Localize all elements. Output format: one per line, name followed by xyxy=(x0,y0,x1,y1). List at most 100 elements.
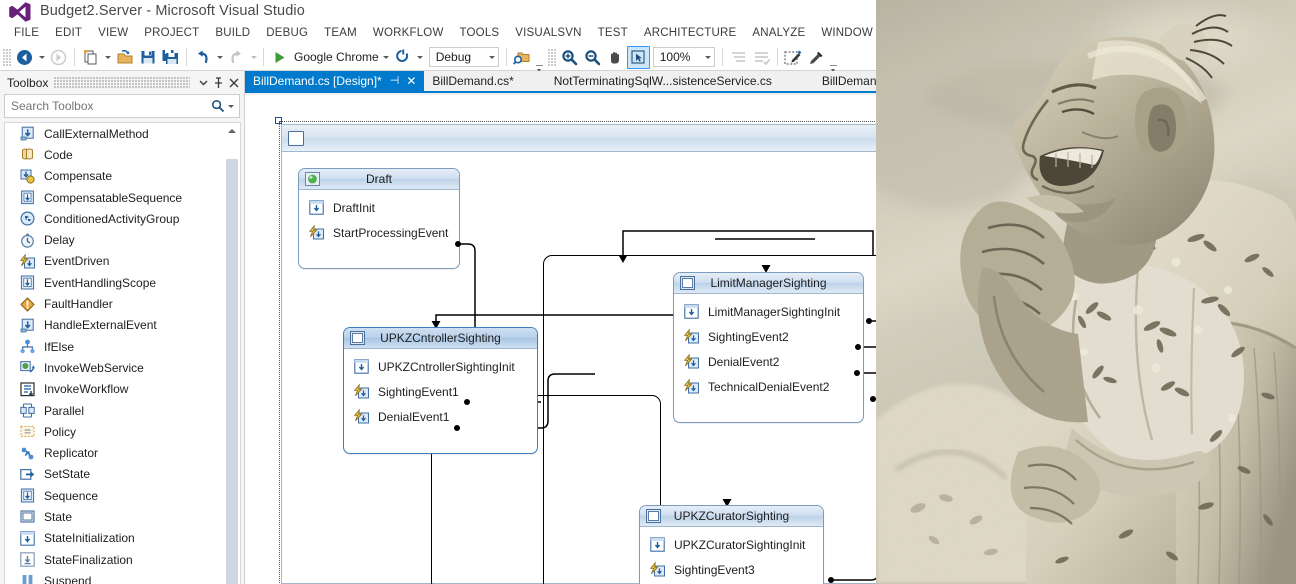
undo-icon[interactable] xyxy=(191,46,214,69)
toolbox-item-parallel[interactable]: Parallel xyxy=(5,400,240,421)
menu-item-workflow[interactable]: WORKFLOW xyxy=(365,25,452,41)
toolbox-search-box[interactable] xyxy=(4,94,240,118)
toolbox-item-invokewebservice[interactable]: InvokeWebService xyxy=(5,357,240,378)
tab-billdemand-cs[interactable]: BillDemand.cs* xyxy=(424,71,521,91)
toolbox-item-compensatablesequence[interactable]: CompensatableSequence xyxy=(5,187,240,208)
toolbox-item-compensate[interactable]: Compensate xyxy=(5,166,240,187)
pan-hand-icon[interactable] xyxy=(604,46,627,69)
state-row-sightingevent2[interactable]: SightingEvent2 xyxy=(674,324,863,349)
refresh-icon[interactable] xyxy=(392,46,415,69)
pointer-select-icon[interactable] xyxy=(627,46,650,69)
toolbar-overflow-icon[interactable] xyxy=(828,46,839,69)
search-input[interactable] xyxy=(11,99,211,113)
menu-item-analyze[interactable]: ANALYZE xyxy=(744,25,813,41)
state-row-technicaldenialevent2[interactable]: TechnicalDenialEvent2 xyxy=(674,374,863,399)
menu-item-edit[interactable]: EDIT xyxy=(47,25,90,41)
menu-item-project[interactable]: PROJECT xyxy=(136,25,207,41)
toolbar-grip[interactable] xyxy=(548,49,556,66)
tab-billdemand[interactable]: BillDemand xyxy=(780,71,891,91)
toolbar-grip[interactable] xyxy=(3,49,11,66)
menu-item-team[interactable]: TEAM xyxy=(316,25,365,41)
open-file-icon[interactable] xyxy=(113,46,136,69)
toolbox-item-list[interactable]: CallExternalMethodCodeCompensateCompensa… xyxy=(4,122,241,584)
toolbox-item-eventhandlingscope[interactable]: EventHandlingScope xyxy=(5,272,240,293)
menu-item-build[interactable]: BUILD xyxy=(207,25,258,41)
start-debug-icon[interactable] xyxy=(268,46,291,69)
build-configuration-select[interactable]: Debug xyxy=(429,47,499,67)
state-row-denialevent1[interactable]: DenialEvent1 xyxy=(344,404,537,429)
find-overflow-icon[interactable] xyxy=(534,46,545,69)
toolbox-scroll-thumb[interactable] xyxy=(226,159,238,584)
toolbox-item-state[interactable]: State xyxy=(5,506,240,527)
tab-close-icon[interactable]: ✕ xyxy=(406,75,416,87)
state-box-draft[interactable]: Draft DraftInit xyxy=(298,168,460,269)
zoom-in-icon[interactable] xyxy=(558,46,581,69)
toolbox-item-faulthandler[interactable]: FaultHandler xyxy=(5,293,240,314)
state-row-sightingevent1[interactable]: SightingEvent1 xyxy=(344,379,537,404)
toolbox-item-stateinitialization[interactable]: StateInitialization xyxy=(5,528,240,549)
menu-item-debug[interactable]: DEBUG xyxy=(258,25,316,41)
toolbox-item-setstate[interactable]: SetState xyxy=(5,464,240,485)
chevron-down-icon[interactable] xyxy=(196,74,211,91)
toolbox-scroll-up-button[interactable] xyxy=(224,124,239,138)
toolbox-item-handleexternalevent[interactable]: HandleExternalEvent xyxy=(5,315,240,336)
new-item-icon[interactable] xyxy=(79,46,102,69)
toolbox-scrollbar[interactable] xyxy=(225,137,239,584)
zoom-out-icon[interactable] xyxy=(581,46,604,69)
toolbox-item-conditionedactivitygroup[interactable]: ConditionedActivityGroup xyxy=(5,208,240,229)
run-target-label[interactable]: Google Chrome xyxy=(291,50,381,64)
state-box-upkz-cntroller-sighting[interactable]: UPKZCntrollerSighting UPKZCntrollerSight… xyxy=(343,327,538,454)
toolbox-item-statefinalization[interactable]: StateFinalization xyxy=(5,549,240,570)
pin-icon[interactable] xyxy=(211,74,226,91)
build-configuration-value: Debug xyxy=(436,50,471,64)
state-row-upkzcntrollersightinginit[interactable]: UPKZCntrollerSightingInit xyxy=(344,354,537,379)
toolbox-item-code[interactable]: Code xyxy=(5,144,240,165)
state-box-header[interactable]: UPKZCuratorSighting xyxy=(640,506,823,527)
save-all-icon[interactable] xyxy=(159,46,182,69)
toolbox-item-sequence[interactable]: Sequence xyxy=(5,485,240,506)
state-row-upkzcuratorsightinginit[interactable]: UPKZCuratorSightingInit xyxy=(640,532,823,557)
state-row-denialevent2[interactable]: DenialEvent2 xyxy=(674,349,863,374)
menu-item-architecture[interactable]: ARCHITECTURE xyxy=(636,25,745,41)
tab-pin-icon[interactable]: ⊣ xyxy=(390,76,400,87)
toolbox-item-invokeworkflow[interactable]: InvokeWorkflow xyxy=(5,379,240,400)
toolbox-drag-dots[interactable] xyxy=(54,76,190,89)
state-row-sightingevent3[interactable]: SightingEvent3 xyxy=(640,557,823,582)
save-icon[interactable] xyxy=(136,46,159,69)
toolbox-item-delay[interactable]: Delay xyxy=(5,229,240,250)
state-box-upkz-curator-sighting[interactable]: UPKZCuratorSighting UPKZCuratorSightingI… xyxy=(639,505,824,584)
toolbox-item-callexternalmethod[interactable]: CallExternalMethod xyxy=(5,123,240,144)
state-box-limit-manager-sighting[interactable]: LimitManagerSighting LimitManagerSightin… xyxy=(673,272,864,423)
undo-dropdown[interactable] xyxy=(214,46,225,69)
state-row-limitmanagersightinginit[interactable]: LimitManagerSightingInit xyxy=(674,299,863,324)
menu-item-view[interactable]: VIEW xyxy=(90,25,136,41)
zoom-level-select[interactable]: 100% xyxy=(653,47,715,67)
state-row-startprocessingevent[interactable]: StartProcessingEvent xyxy=(299,220,459,245)
menu-item-file[interactable]: FILE xyxy=(6,25,47,41)
toolbox-item-suspend[interactable]: Suspend xyxy=(5,570,240,584)
toolbox-item-ifelse[interactable]: IfElse xyxy=(5,336,240,357)
navigate-back-dropdown[interactable] xyxy=(36,46,47,69)
toolbox-item-replicator[interactable]: Replicator xyxy=(5,442,240,463)
menu-item-tools[interactable]: TOOLS xyxy=(452,25,508,41)
state-box-header[interactable]: Draft xyxy=(299,169,459,190)
toolbox-item-eventdriven[interactable]: EventDriven xyxy=(5,251,240,272)
menu-item-test[interactable]: TEST xyxy=(590,25,636,41)
state-box-header[interactable]: UPKZCntrollerSighting xyxy=(344,328,537,349)
menu-item-window[interactable]: WINDOW xyxy=(813,25,881,41)
edit-region-icon[interactable] xyxy=(782,46,805,69)
toolbox-item-policy[interactable]: Policy xyxy=(5,421,240,442)
state-box-header[interactable]: LimitManagerSighting xyxy=(674,273,863,294)
search-options-caret[interactable] xyxy=(228,105,234,108)
find-in-files-icon[interactable] xyxy=(511,46,534,69)
new-item-dropdown[interactable] xyxy=(102,46,113,69)
tab-billdemand-design[interactable]: BillDemand.cs [Design]* ⊣ ✕ xyxy=(245,71,424,91)
eyedropper-icon[interactable] xyxy=(805,46,828,69)
close-icon[interactable] xyxy=(226,74,241,91)
menu-item-visualsvn[interactable]: VISUALSVN xyxy=(507,25,589,41)
run-target-dropdown[interactable] xyxy=(381,46,392,69)
navigate-back-icon[interactable] xyxy=(13,46,36,69)
state-row-draftinit[interactable]: DraftInit xyxy=(299,195,459,220)
refresh-dropdown[interactable] xyxy=(415,46,426,69)
tab-notterminating-service[interactable]: NotTerminatingSqlW...sistenceService.cs xyxy=(522,71,780,91)
